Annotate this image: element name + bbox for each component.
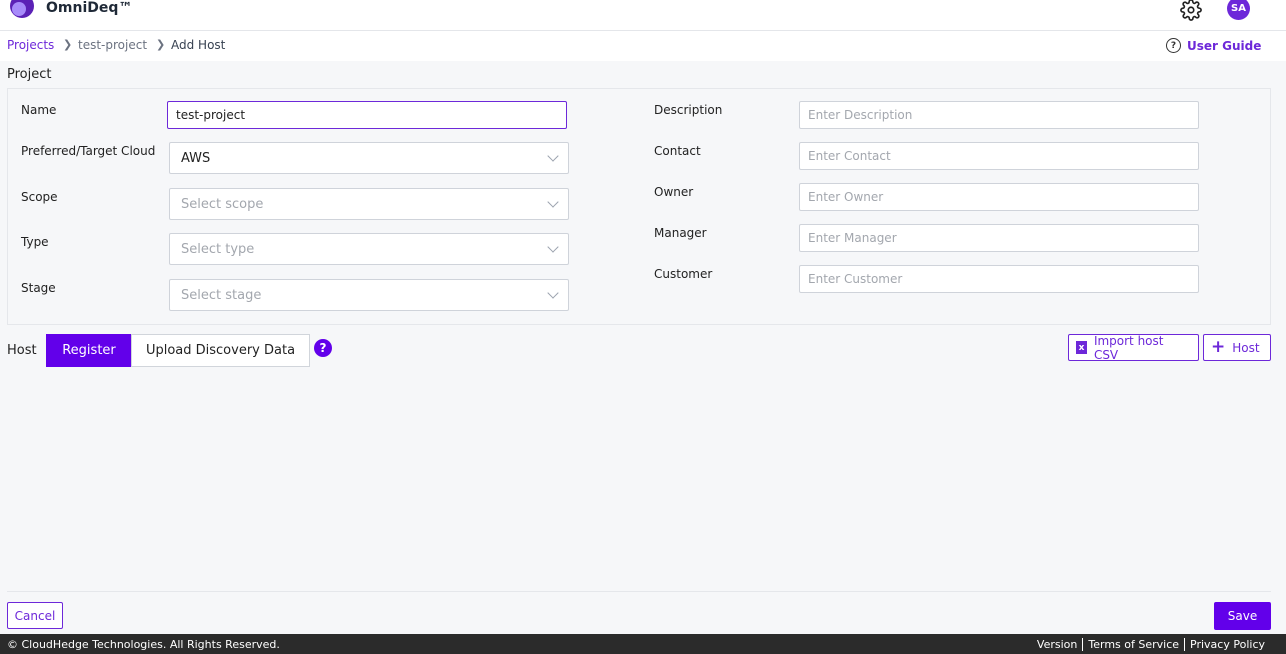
chevron-right-icon: ❯	[63, 38, 73, 51]
breadcrumb-project-link[interactable]: test-project	[78, 38, 147, 52]
contact-placeholder: Enter Contact	[808, 149, 891, 163]
owner-input[interactable]: Enter Owner	[799, 183, 1199, 211]
owner-label: Owner	[654, 185, 694, 199]
user-guide-link[interactable]: ? User Guide	[1166, 38, 1261, 53]
type-select[interactable]: Select type	[169, 233, 569, 265]
import-host-csv-label: Import host CSV	[1093, 333, 1164, 362]
footer-links: Version Terms of Service Privacy Policy	[1032, 638, 1270, 651]
host-section-title: Host	[7, 343, 37, 358]
help-circle-icon: ?	[1166, 38, 1181, 53]
name-label: Name	[21, 103, 57, 117]
scope-placeholder: Select scope	[181, 196, 264, 212]
manager-label: Manager	[654, 226, 707, 240]
type-placeholder: Select type	[181, 241, 255, 257]
contact-label: Contact	[654, 144, 701, 158]
footer: © CloudHedge Technologies. All Rights Re…	[0, 634, 1286, 654]
chevron-down-icon	[547, 241, 559, 253]
chevron-right-icon: ❯	[156, 38, 166, 51]
manager-input[interactable]: Enter Manager	[799, 224, 1199, 252]
save-button[interactable]: Save	[1214, 602, 1271, 630]
contact-input[interactable]: Enter Contact	[799, 142, 1199, 170]
file-csv-icon: x	[1076, 341, 1087, 354]
description-label: Description	[654, 103, 723, 117]
divider	[7, 591, 1271, 592]
customer-label: Customer	[654, 267, 713, 281]
description-input[interactable]: Enter Description	[799, 101, 1199, 129]
add-host-label: Host	[1232, 340, 1260, 355]
user-guide-label: User Guide	[1187, 38, 1262, 53]
type-label: Type	[21, 235, 49, 249]
gear-icon[interactable]	[1180, 0, 1202, 21]
scope-label: Scope	[21, 190, 58, 204]
manager-placeholder: Enter Manager	[808, 231, 897, 245]
customer-input[interactable]: Enter Customer	[799, 265, 1199, 293]
breadcrumb-projects-link[interactable]: Projects	[7, 38, 54, 52]
chevron-down-icon	[547, 287, 559, 299]
cloud-select[interactable]: AWS	[169, 142, 569, 174]
question-icon[interactable]: ?	[314, 339, 332, 357]
project-section-title: Project	[7, 67, 52, 82]
copyright-text: © CloudHedge Technologies. All Rights Re…	[7, 638, 280, 651]
footer-link-version[interactable]: Version	[1032, 638, 1082, 651]
description-placeholder: Enter Description	[808, 108, 913, 122]
customer-placeholder: Enter Customer	[808, 272, 903, 286]
footer-link-terms[interactable]: Terms of Service	[1082, 638, 1184, 651]
stage-placeholder: Select stage	[181, 287, 262, 303]
cancel-button[interactable]: Cancel	[7, 602, 63, 629]
import-host-csv-button[interactable]: x Import host CSV	[1068, 333, 1199, 362]
scope-select[interactable]: Select scope	[169, 188, 569, 220]
user-avatar[interactable]: SA	[1227, 0, 1250, 20]
breadcrumb-current: Add Host	[171, 38, 226, 52]
plus-icon: +	[1211, 337, 1226, 357]
app-logo[interactable]	[10, 0, 34, 18]
name-input-value: test-project	[176, 108, 246, 122]
cloud-select-value: AWS	[181, 150, 211, 166]
tab-register[interactable]: Register	[46, 334, 132, 367]
app-title[interactable]: OmniDeq™	[46, 0, 132, 16]
add-host-button[interactable]: + Host	[1203, 334, 1271, 361]
owner-placeholder: Enter Owner	[808, 190, 884, 204]
stage-select[interactable]: Select stage	[169, 279, 569, 311]
top-bar: OmniDeq™ SA	[0, 0, 1286, 31]
tab-upload-discovery-data[interactable]: Upload Discovery Data	[131, 334, 310, 367]
chevron-down-icon	[547, 196, 559, 208]
stage-label: Stage	[21, 281, 56, 295]
footer-link-privacy[interactable]: Privacy Policy	[1184, 638, 1270, 651]
name-input[interactable]: test-project	[167, 101, 567, 129]
chevron-down-icon	[547, 150, 559, 162]
cloud-label: Preferred/Target Cloud	[21, 144, 156, 158]
